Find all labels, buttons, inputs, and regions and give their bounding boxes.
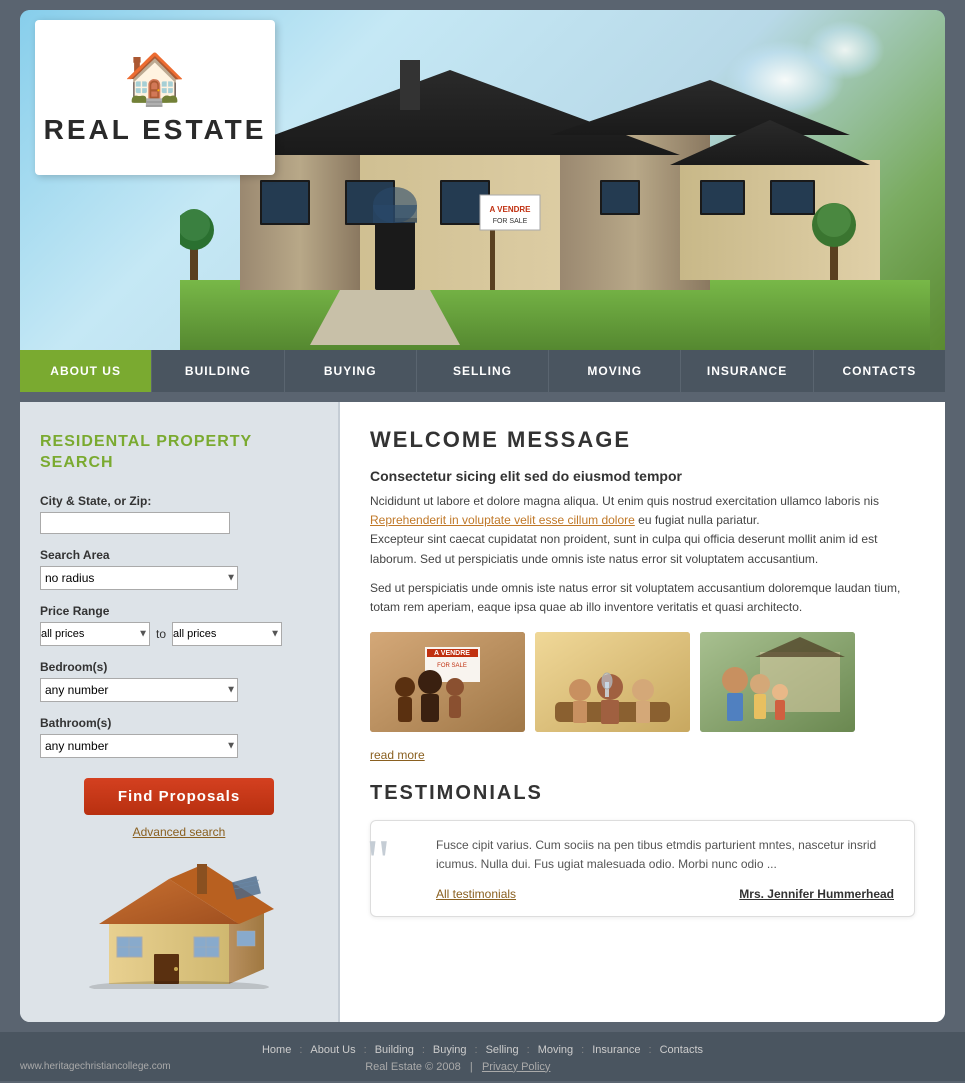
main-wrapper: RESIDENTAL PROPERTYSEARCH City & State, … xyxy=(0,392,965,1032)
photo-3 xyxy=(700,632,855,732)
nav-item-insurance[interactable]: INSURANCE xyxy=(681,350,813,392)
content-subtitle: Consectetur sicing elit sed do eiusmod t… xyxy=(370,468,915,484)
footer-link-building[interactable]: Building xyxy=(375,1044,414,1056)
footer-link-home[interactable]: Home xyxy=(262,1044,291,1056)
read-more-link[interactable]: read more xyxy=(370,748,425,762)
footer-link-moving[interactable]: Moving xyxy=(538,1044,573,1056)
main-content: RESIDENTAL PROPERTYSEARCH City & State, … xyxy=(20,402,945,1022)
logo-box: 🏠 REAL ESTATE xyxy=(35,20,275,175)
footer-url: www.heritagechristiancollege.com xyxy=(20,1061,171,1072)
house-illustration: A VENDRE FOR SALE xyxy=(180,50,930,350)
price-to-wrapper: all prices $200,000 $500,000 $1,000,000 … xyxy=(172,622,282,646)
nav-item-contacts[interactable]: CONTACTS xyxy=(814,350,945,392)
bedrooms-label: Bedroom(s) xyxy=(40,660,318,674)
testimonial-author: Mrs. Jennifer Hummerhead xyxy=(739,887,894,901)
nav-item-moving[interactable]: MOVING xyxy=(549,350,681,392)
nav-wrapper: ABOUT US BUILDING BUYING SELLING MOVING … xyxy=(0,350,965,392)
footer-nav: Home : About Us : Building : Buying : Se… xyxy=(20,1044,945,1056)
find-proposals-button[interactable]: Find Proposals xyxy=(84,778,274,815)
photo-1: A VENDRE FOR SALE xyxy=(370,632,525,732)
house-3d-icon xyxy=(79,859,279,989)
svg-text:FOR SALE: FOR SALE xyxy=(437,663,467,669)
footer-link-contacts[interactable]: Contacts xyxy=(660,1044,703,1056)
bedrooms-select[interactable]: any number 1 2 3 4+ xyxy=(40,678,238,702)
sidebar-house-image xyxy=(40,859,318,992)
bathrooms-group: Bathroom(s) any number 1 2 3+ ▼ xyxy=(40,716,318,758)
bathrooms-select[interactable]: any number 1 2 3+ xyxy=(40,734,238,758)
content-para2: Sed ut perspiciatis unde omnis iste natu… xyxy=(370,579,915,617)
price-range-group: Price Range all prices $50,000 $100,000 … xyxy=(40,604,318,646)
footer: Home : About Us : Building : Buying : Se… xyxy=(20,1044,945,1073)
city-input[interactable] xyxy=(40,512,230,534)
content-para1: Ncididunt ut labore et dolore magna aliq… xyxy=(370,492,915,569)
para1c-text: Excepteur sint caecat cupidatat non proi… xyxy=(370,532,877,565)
bathrooms-select-wrapper: any number 1 2 3+ ▼ xyxy=(40,734,238,758)
footer-wrapper: Home : About Us : Building : Buying : Se… xyxy=(0,1032,965,1081)
site-title: REAL ESTATE xyxy=(44,114,267,146)
footer-copyright: Real Estate © 2008 | Privacy Policy xyxy=(365,1061,550,1073)
sidebar: RESIDENTAL PROPERTYSEARCH City & State, … xyxy=(20,402,340,1022)
quote-mark: " xyxy=(366,831,391,891)
footer-link-buying[interactable]: Buying xyxy=(433,1044,467,1056)
price-from-wrapper: all prices $50,000 $100,000 $200,000 ▼ xyxy=(40,622,150,646)
photo-row: A VENDRE FOR SALE xyxy=(370,632,915,732)
welcome-title: WELCOME MESSAGE xyxy=(370,427,915,453)
all-testimonials-link[interactable]: All testimonials xyxy=(436,887,516,901)
content-link[interactable]: Reprehenderit in voluptate velit esse ci… xyxy=(370,513,635,527)
bedrooms-group: Bedroom(s) any number 1 2 3 4+ ▼ xyxy=(40,660,318,702)
para1b-text: eu fugiat nulla pariatur. xyxy=(638,513,759,527)
city-label: City & State, or Zip: xyxy=(40,494,318,508)
svg-text:FOR SALE: FOR SALE xyxy=(493,218,528,225)
footer-bottom: www.heritagechristiancollege.com Real Es… xyxy=(20,1061,945,1073)
footer-link-selling[interactable]: Selling xyxy=(486,1044,519,1056)
header-banner: A VENDRE FOR SALE 🏠 REAL ESTATE xyxy=(20,10,945,350)
header-wrapper: A VENDRE FOR SALE 🏠 REAL ESTATE xyxy=(0,0,965,350)
main-nav: ABOUT US BUILDING BUYING SELLING MOVING … xyxy=(20,350,945,392)
search-area-select-wrapper: no radius 5 miles 10 miles 25 miles ▼ xyxy=(40,566,238,590)
price-range-label: Price Range xyxy=(40,604,318,618)
main-content-area: WELCOME MESSAGE Consectetur sicing elit … xyxy=(340,402,945,1022)
bathrooms-label: Bathroom(s) xyxy=(40,716,318,730)
footer-link-insurance[interactable]: Insurance xyxy=(592,1044,640,1056)
price-to-label: to xyxy=(156,627,166,641)
photo-2 xyxy=(535,632,690,732)
footer-link-about[interactable]: About Us xyxy=(310,1044,355,1056)
testimonial-text: Fusce cipit varius. Cum sociis na pen ti… xyxy=(436,836,894,874)
sidebar-title: RESIDENTAL PROPERTYSEARCH xyxy=(40,432,318,474)
logo-icon: 🏠 xyxy=(124,50,186,109)
search-area-label: Search Area xyxy=(40,548,318,562)
testimonials-title: TESTIMONIALS xyxy=(370,782,915,805)
nav-item-buying[interactable]: BUYING xyxy=(285,350,417,392)
search-area-group: Search Area no radius 5 miles 10 miles 2… xyxy=(40,548,318,590)
price-from-select[interactable]: all prices $50,000 $100,000 $200,000 xyxy=(40,622,150,646)
privacy-policy-link[interactable]: Privacy Policy xyxy=(482,1061,550,1073)
svg-text:A VENDRE: A VENDRE xyxy=(489,205,531,214)
testimonial-box: " Fusce cipit varius. Cum sociis na pen … xyxy=(370,820,915,916)
testimonial-footer: All testimonials Mrs. Jennifer Hummerhea… xyxy=(436,887,894,901)
nav-item-about[interactable]: ABOUT US xyxy=(20,350,152,392)
price-row: all prices $50,000 $100,000 $200,000 ▼ t… xyxy=(40,622,318,646)
para1-text: Ncididunt ut labore et dolore magna aliq… xyxy=(370,494,879,508)
city-field-group: City & State, or Zip: xyxy=(40,494,318,534)
search-area-select[interactable]: no radius 5 miles 10 miles 25 miles xyxy=(40,566,238,590)
advanced-search-link[interactable]: Advanced search xyxy=(40,825,318,839)
nav-item-building[interactable]: BUILDING xyxy=(152,350,284,392)
bedrooms-select-wrapper: any number 1 2 3 4+ ▼ xyxy=(40,678,238,702)
price-to-select[interactable]: all prices $200,000 $500,000 $1,000,000 xyxy=(172,622,282,646)
nav-item-selling[interactable]: SELLING xyxy=(417,350,549,392)
svg-text:A VENDRE: A VENDRE xyxy=(434,650,470,657)
